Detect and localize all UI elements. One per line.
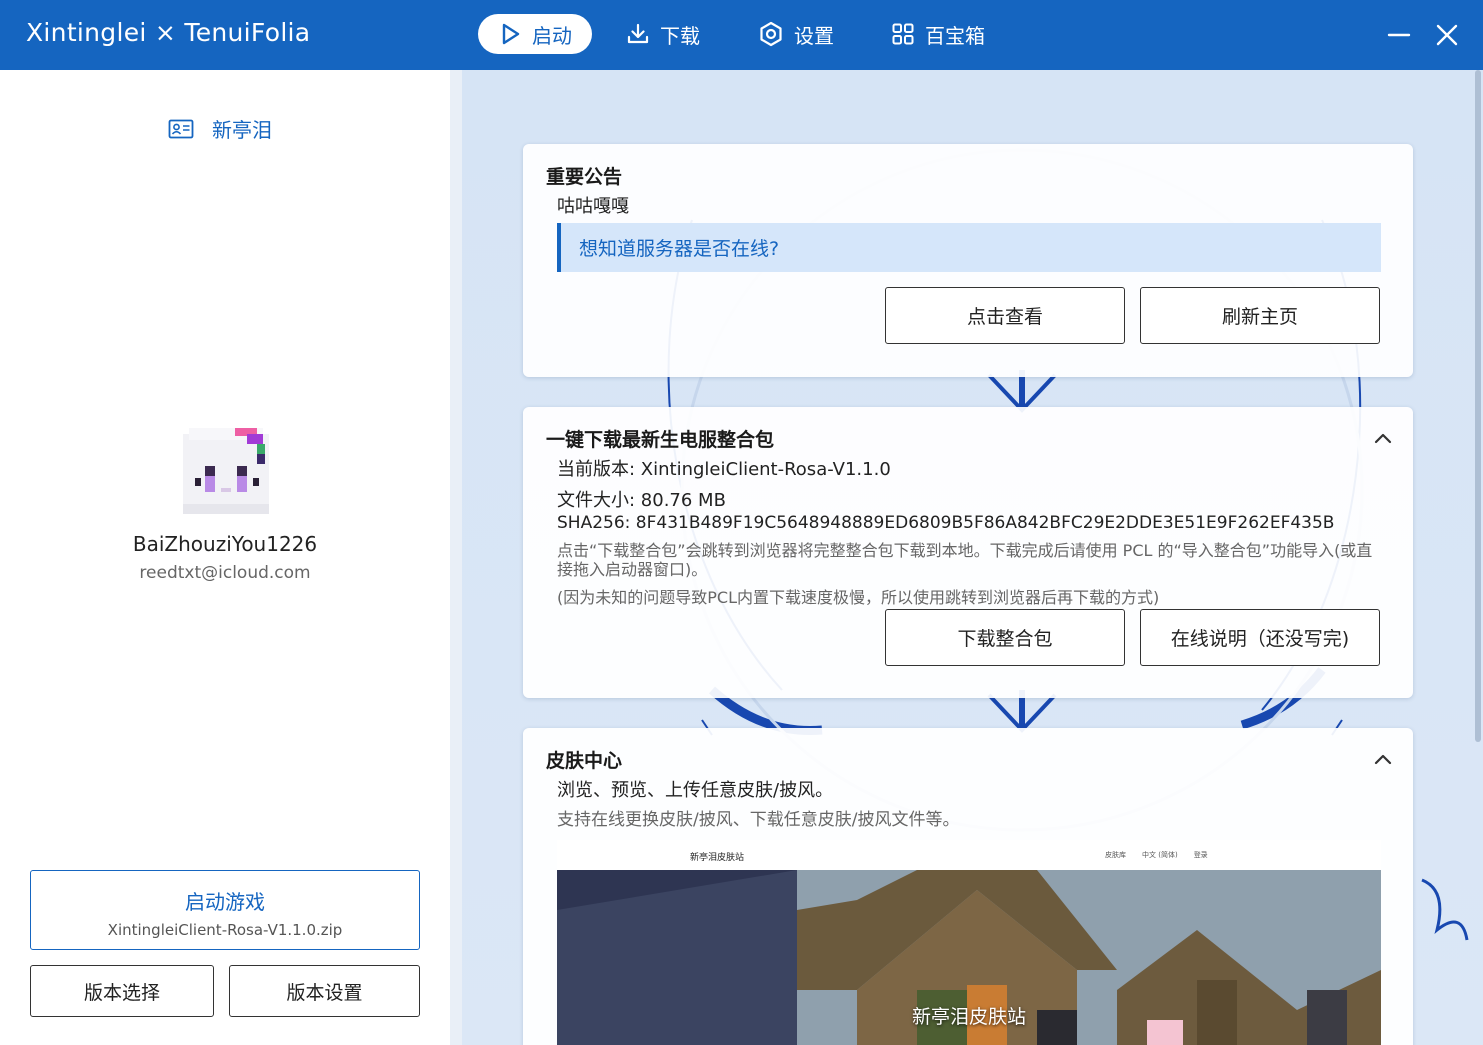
modpack-note-2: (因为未知的问题导致PCL内置下载速度极慢，所以使用跳转到浏览器后再下载的方式) [557, 588, 1160, 607]
main-content: 重要公告 咕咕嘎嘎 想知道服务器是否在线? 点击查看 刷新主页 一键下载最新生电… [462, 70, 1483, 1045]
chevron-up-icon[interactable] [1373, 431, 1393, 445]
modpack-note: 点击“下载整合包”会跳转到浏览器将完整整合包下载到本地。下载完成后请使用 PCL… [557, 541, 1373, 579]
notice-title: 重要公告 [546, 166, 623, 188]
preview-nav: 皮肤库 中文 (简体) 登录 [1105, 850, 1208, 860]
preview-link: 皮肤库 [1105, 851, 1126, 859]
scrollbar[interactable] [1475, 70, 1481, 742]
notice-subtitle: 咕咕嘎嘎 [557, 196, 629, 217]
profile-link[interactable]: 新亭泪 [168, 114, 272, 143]
skin-site-preview[interactable]: 新亭泪皮肤站 皮肤库 中文 (简体) 登录 新亭泪皮肤站 [557, 840, 1381, 1045]
tab-settings-label: 设置 [794, 23, 834, 48]
download-modpack-button[interactable]: 下载整合包 [885, 609, 1125, 666]
id-card-icon [168, 119, 194, 138]
modpack-sha: SHA256: 8F431B489F19C5648948889ED6809B5F… [557, 513, 1335, 533]
skin-card: 皮肤中心 浏览、预览、上传任意皮肤/披风。 支持在线更换皮肤/披风、下载任意皮肤… [523, 728, 1413, 1045]
modpack-version: 当前版本: XintingleiClient-Rosa-V1.1.0 [557, 459, 891, 480]
avatar[interactable] [183, 428, 269, 514]
server-status-link[interactable]: 想知道服务器是否在线? [557, 223, 1381, 272]
username: BaiZhouziYou1226 [132, 532, 318, 556]
preview-header: 新亭泪皮肤站 皮肤库 中文 (简体) 登录 [557, 840, 1381, 870]
email: reedtxt@icloud.com [139, 563, 311, 583]
tab-toolbox[interactable]: 百宝箱 [891, 14, 985, 54]
title-bar: Xintinglei × TenuiFolia 启动 下载 设置 百宝箱 [0, 0, 1483, 70]
modpack-card: 一键下载最新生电服整合包 当前版本: XintingleiClient-Rosa… [523, 407, 1413, 698]
chevron-up-icon[interactable] [1373, 752, 1393, 766]
tab-launch[interactable]: 启动 [478, 14, 592, 54]
version-select-button[interactable]: 版本选择 [30, 965, 214, 1017]
play-icon [502, 23, 520, 45]
view-button[interactable]: 点击查看 [885, 287, 1125, 344]
modpack-title: 一键下载最新生电服整合包 [546, 429, 775, 451]
preview-link: 中文 (简体) [1142, 851, 1178, 859]
server-status-label: 想知道服务器是否在线? [579, 238, 780, 260]
tab-launch-label: 启动 [532, 23, 572, 48]
online-docs-button[interactable]: 在线说明（还没写完) [1140, 609, 1380, 666]
sidebar: 新亭泪 BaiZhouziYou1226 reedtxt@icloud.com … [0, 70, 450, 1045]
launch-game-label: 启动游戏 [185, 890, 265, 914]
preview-caption: 新亭泪皮肤站 [911, 1006, 1026, 1028]
gear-icon [760, 21, 782, 47]
modpack-size: 文件大小: 80.76 MB [557, 490, 726, 511]
close-icon[interactable] [1432, 20, 1462, 50]
skin-line-2: 支持在线更换皮肤/披风、下载任意皮肤/披风文件等。 [557, 810, 960, 830]
launch-game-button[interactable]: 启动游戏 XintingleiClient-Rosa-V1.1.0.zip [30, 870, 420, 950]
preview-link: 登录 [1193, 851, 1208, 859]
profile-link-label: 新亭泪 [212, 118, 272, 142]
tab-settings[interactable]: 设置 [758, 14, 834, 54]
skin-line-1: 浏览、预览、上传任意皮肤/披风。 [557, 780, 834, 801]
skin-title: 皮肤中心 [546, 750, 623, 772]
minimize-icon[interactable] [1384, 20, 1414, 50]
tab-toolbox-label: 百宝箱 [925, 23, 985, 48]
notice-card: 重要公告 咕咕嘎嘎 想知道服务器是否在线? 点击查看 刷新主页 [523, 144, 1413, 377]
tab-download-label: 下载 [660, 23, 700, 48]
preview-site-name: 新亭泪皮肤站 [690, 853, 745, 863]
download-icon [627, 23, 649, 44]
app-title: Xintinglei × TenuiFolia [26, 18, 311, 47]
tab-download[interactable]: 下载 [626, 14, 700, 54]
grid-icon [892, 23, 914, 45]
refresh-home-button[interactable]: 刷新主页 [1140, 287, 1380, 344]
version-settings-button[interactable]: 版本设置 [229, 965, 420, 1017]
panel-divider [450, 70, 462, 1045]
launch-version-label: XintingleiClient-Rosa-V1.1.0.zip [107, 921, 343, 939]
